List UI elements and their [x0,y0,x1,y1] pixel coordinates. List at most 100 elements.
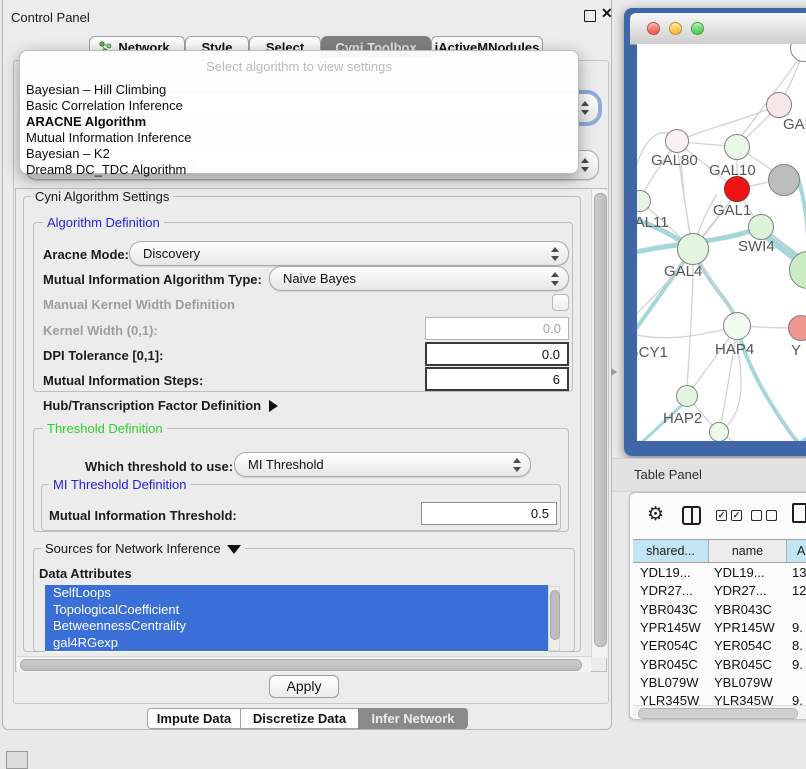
table-row[interactable]: YBR045CYBR045C9. [633,656,806,674]
attribute-item-selected[interactable]: gal4RGexp [45,635,548,652]
graph-node[interactable] [724,176,750,202]
node-label: GCY1 [637,344,668,361]
scrollbar-thumb[interactable] [638,708,798,719]
table-row[interactable]: YER054CYER054C8. [633,637,806,655]
mi-type-value: Naive Bayes [283,271,356,286]
mi-steps-field[interactable]: 6 [425,367,569,391]
column-header-shared-name[interactable]: shared... [633,540,709,562]
graph-node[interactable] [665,129,689,153]
splitter-collapse-icon[interactable] [611,368,617,376]
network-window-titlebar[interactable] [630,13,806,45]
dropdown-item[interactable]: Basic Correlation Inference [26,98,183,113]
mi-type-label: Mutual Information Algorithm Type: [43,272,262,287]
expand-arrow-icon[interactable] [269,400,278,412]
cell-name: YER054C [714,637,784,655]
graph-node[interactable] [768,164,800,196]
attribute-item-selected[interactable]: TopologicalCoefficient [45,602,548,619]
minimized-panel-icon[interactable] [6,751,28,769]
graph-node[interactable] [723,312,751,340]
attribute-item-selected[interactable]: SelfLoops [45,585,548,602]
split-panel-divider [691,508,693,523]
aracne-mode-label: Aracne Mode: [43,247,129,262]
cell-shared-name: YPR145W [640,619,706,637]
cell-shared-name: YBR043C [640,601,706,619]
cell-shared-name: YDL19... [640,564,706,582]
cell-value: 12 [792,582,806,600]
close-icon[interactable]: ✕ [601,5,613,22]
dropdown-item[interactable]: Bayesian – K2 [26,146,110,161]
group-title: Cyni Algorithm Settings [31,189,173,204]
kernel-width-label: Kernel Width (0,1): [43,323,158,338]
table-row[interactable]: YBR043CYBR043C [633,601,806,619]
stepper-arrows-icon [551,272,559,286]
cell-value: 9. [792,692,806,705]
network-view-window: GAL7 GAL80 GAL10 GAL1 GAL11 SWI4 GAL4 GC… [624,8,806,456]
data-attributes-label: Data Attributes [39,566,132,581]
graph-node[interactable] [748,214,774,240]
dropdown-item[interactable]: Mutual Information Inference [26,130,191,145]
column-header-clipped[interactable]: A [787,540,806,562]
mi-threshold-field[interactable]: 0.5 [421,502,557,525]
manual-kernel-checkbox[interactable] [552,294,569,311]
vertical-scrollbar[interactable] [591,190,607,658]
scrollbar-thumb[interactable] [594,193,607,647]
dropdown-prompt: Select algorithm to view settings [20,59,578,74]
collapse-arrow-icon[interactable] [227,545,241,554]
split-panel-icon[interactable] [682,506,701,525]
graph-node[interactable] [724,134,750,160]
graph-node[interactable] [709,422,729,441]
table-row[interactable]: YDL19...YDL19...13 [633,564,806,582]
table-row[interactable]: YDR27...YDR27...12 [633,582,806,600]
tab-impute-data[interactable]: Impute Data [147,708,241,729]
aracne-mode-combobox[interactable]: Discovery [129,241,569,266]
close-traffic-light[interactable] [647,22,660,35]
hub-definition-toggle[interactable]: Hub/Transcription Factor Definition [43,398,278,413]
sources-title: Sources for Network Inference [45,541,221,556]
tab-discretize-data[interactable]: Discretize Data [240,708,359,729]
dropdown-item[interactable]: Bayesian – Hill Climbing [26,82,166,97]
table-row[interactable]: YLR345WYLR345W9. [633,692,806,705]
cell-value: 9. [792,619,806,637]
horizontal-scrollbar[interactable] [17,656,591,672]
column-header-name[interactable]: name [709,540,787,562]
float-window-icon[interactable] [584,10,596,22]
dpi-tolerance-label: DPI Tolerance [0,1]: [43,348,163,363]
dropdown-item-selected[interactable]: ARACNE Algorithm [26,114,146,129]
document-icon[interactable] [792,503,806,523]
cell-shared-name: YBL079W [640,674,706,692]
cell-value: 8. [792,637,806,655]
dropdown-item[interactable]: Dream8 DC_TDC Algorithm [26,162,186,177]
zoom-traffic-light[interactable] [691,22,704,35]
tab-infer-network[interactable]: Infer Network [358,708,468,729]
table-horizontal-scrollbar[interactable] [633,705,806,719]
aracne-mode-value: Discovery [143,246,200,261]
control-panel-window: Control Panel ✕ Network Style Select Cyn… [2,0,612,730]
which-threshold-combobox[interactable]: MI Threshold [234,452,531,477]
graph-node[interactable] [677,233,709,265]
table-row[interactable]: YBL079WYBL079W [633,674,806,692]
cell-name: YLR345W [714,692,784,705]
cell-shared-name: YDR27... [640,582,706,600]
graph-node[interactable] [676,385,698,407]
gear-icon[interactable]: ⚙ [647,505,664,524]
group-title: Threshold Definition [43,421,167,436]
scrollbar-thumb[interactable] [550,590,560,640]
node-label: SWI4 [738,238,775,255]
group-title: Algorithm Definition [43,215,164,230]
kernel-width-field[interactable]: 0.0 [425,317,569,340]
mi-type-combobox[interactable]: Naive Bayes [269,266,569,291]
checked-box-icon: ✓ [731,510,742,521]
dpi-tolerance-field[interactable]: 0.0 [425,342,569,366]
node-label: GAL10 [709,162,756,179]
list-scrollbar[interactable] [548,586,560,651]
graph-node[interactable] [766,92,792,118]
scrollbar-thumb[interactable] [20,659,582,671]
sources-toggle[interactable]: Sources for Network Inference [41,541,245,556]
attribute-item-selected[interactable]: BetweennessCentrality [45,618,548,635]
network-canvas[interactable]: GAL7 GAL80 GAL10 GAL1 GAL11 SWI4 GAL4 GC… [637,44,806,441]
table-header-row: shared... name A [633,539,806,563]
stepper-arrows-icon [581,101,589,115]
table-row[interactable]: YPR145WYPR145W9. [633,619,806,637]
minimize-traffic-light[interactable] [669,22,682,35]
apply-button[interactable]: Apply [269,675,339,698]
